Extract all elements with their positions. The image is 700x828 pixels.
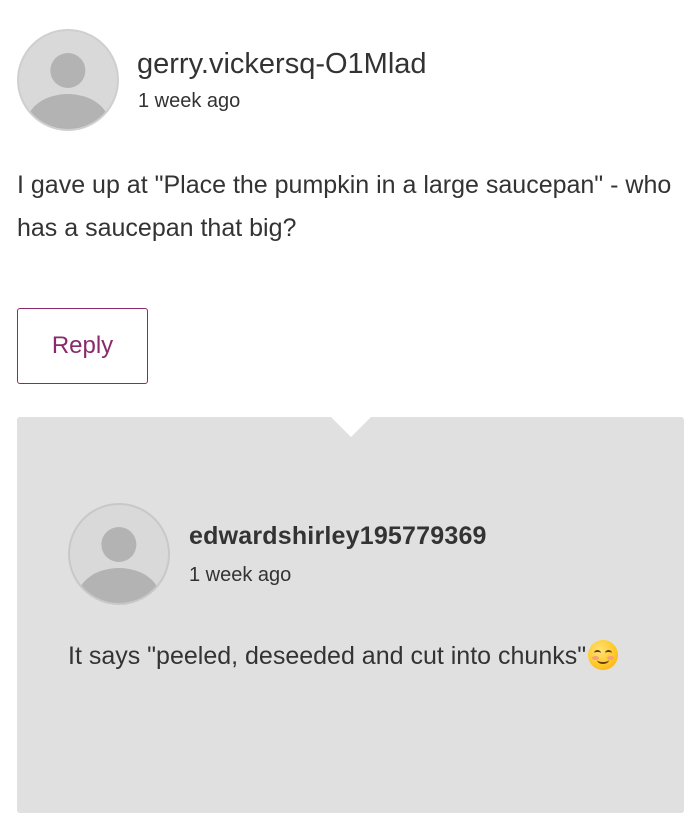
reply-text: It says "peeled, deseeded and cut into c… <box>68 642 587 670</box>
reply-username[interactable]: edwardshirley195779369 <box>189 524 487 549</box>
reply-timestamp: 1 week ago <box>189 564 292 586</box>
avatar[interactable] <box>17 29 119 131</box>
comment-text: I gave up at "Place the pumpkin in a lar… <box>17 171 672 242</box>
reply-avatar[interactable] <box>68 503 170 605</box>
reply-button[interactable]: Reply <box>17 308 148 384</box>
avatar-placeholder-icon <box>101 526 137 562</box>
reply-text-container: It says "peeled, deseeded and cut into c… <box>68 635 628 678</box>
reply-pointer <box>331 417 371 437</box>
comment-timestamp: 1 week ago <box>138 90 241 112</box>
smiling-face-emoji-icon <box>588 640 619 670</box>
avatar-placeholder-icon <box>50 52 86 88</box>
reply-thread <box>17 417 684 813</box>
comment-username[interactable]: gerry.vickersq-O1Mlad <box>137 50 427 79</box>
